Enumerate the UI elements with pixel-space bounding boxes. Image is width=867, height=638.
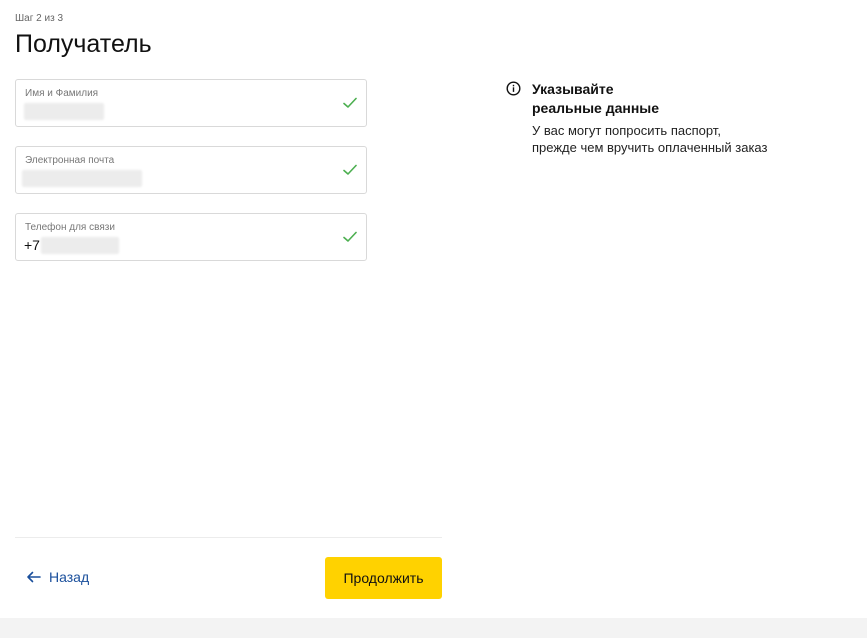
name-field-label: Имя и Фамилия	[25, 88, 99, 99]
email-field[interactable]: Электронная почта	[15, 146, 367, 194]
back-label: Назад	[49, 569, 90, 585]
footer-background	[0, 618, 867, 638]
phone-field[interactable]: Телефон для связи	[15, 213, 367, 261]
check-icon	[343, 231, 357, 242]
info-circle-icon	[506, 81, 521, 96]
recipient-step-page: Шаг 2 из 3 Получатель Имя и Фамилия Элек…	[0, 0, 867, 638]
phone-input[interactable]	[24, 236, 324, 254]
name-field[interactable]: Имя и Фамилия	[15, 79, 367, 127]
email-field-label: Электронная почта	[25, 155, 115, 166]
continue-button[interactable]: Продолжить	[325, 557, 442, 599]
notice-title: Указывайте реальные данные	[532, 81, 660, 116]
email-input[interactable]	[24, 169, 324, 187]
check-icon	[343, 97, 357, 108]
arrow-left-icon	[27, 571, 41, 583]
step-indicator: Шаг 2 из 3	[15, 13, 64, 24]
check-icon	[343, 164, 357, 175]
notice-text: У вас могут попросить паспорт, прежде че…	[532, 123, 768, 155]
name-input[interactable]	[24, 102, 324, 120]
footer-divider	[15, 537, 442, 538]
phone-field-label: Телефон для связи	[25, 222, 115, 233]
back-button[interactable]: Назад	[26, 566, 89, 588]
page-title: Получатель	[15, 30, 152, 58]
recipient-form: Имя и Фамилия Электронная почта Телефон …	[15, 79, 367, 280]
